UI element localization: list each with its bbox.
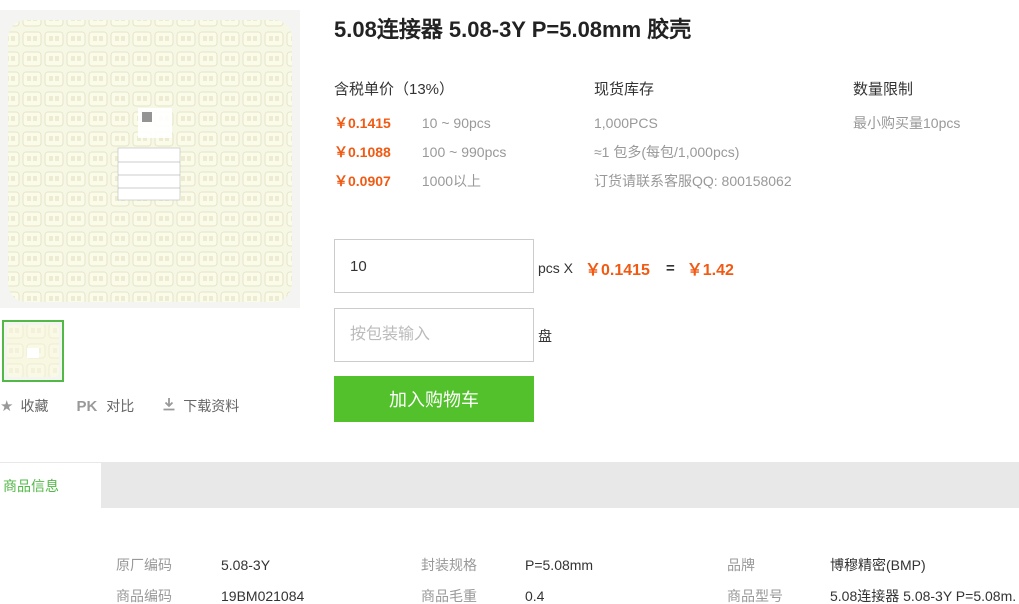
stock-line: 1,000PCS <box>594 115 658 131</box>
favorite-label: 收藏 <box>20 398 49 414</box>
spec-item: 原厂编码 5.08-3Y <box>116 555 270 575</box>
spec-value: 5.08连接器 5.08-3Y P=5.08m. <box>830 588 1017 604</box>
spec-item: 商品型号 5.08连接器 5.08-3Y P=5.08m. <box>727 586 1016 604</box>
spec-value: 0.4 <box>525 588 545 604</box>
spec-value: P=5.08mm <box>525 557 594 573</box>
tier-range: 100 ~ 990pcs <box>421 144 507 160</box>
stock-line: ≈1 包多(每包/1,000pcs) <box>594 144 740 160</box>
spec-key: 封装规格 <box>421 557 477 573</box>
quantity-input[interactable] <box>334 239 534 293</box>
spec-value: 19BM021084 <box>221 588 305 604</box>
price-tier-row: ￥0.0907 1000以上 <box>334 172 506 201</box>
spec-key: 商品毛重 <box>421 588 477 604</box>
total-price: ￥1.42 <box>686 262 734 279</box>
package-quantity-input[interactable] <box>334 308 534 362</box>
tier-price: ￥0.0907 <box>334 173 391 189</box>
equals-sign: = <box>665 259 675 277</box>
spec-value: 5.08-3Y <box>221 557 271 573</box>
package-unit-label: 盘 <box>538 328 552 344</box>
unit-label: pcs X <box>538 260 574 276</box>
limit-text: 最小购买量10pcs <box>853 115 961 131</box>
star-icon: ★ <box>0 398 14 415</box>
price-tier-row: ￥0.1415 10 ~ 90pcs <box>334 114 506 143</box>
product-title: 5.08连接器 5.08-3Y P=5.08mm 胶壳 <box>334 17 692 42</box>
spec-key: 商品型号 <box>727 588 783 604</box>
spec-item: 品牌 博穆精密(BMP) <box>727 555 926 575</box>
stock-header: 现货库存 <box>594 81 655 98</box>
spec-item: 商品毛重 0.4 <box>421 586 544 604</box>
download-action[interactable]: 下载资料 <box>162 396 239 416</box>
tier-price: ￥0.1088 <box>334 144 391 160</box>
stock-contact-line: 订货请联系客服QQ: 800158062 <box>594 173 792 189</box>
price-tier-row: ￥0.1088 100 ~ 990pcs <box>334 143 506 172</box>
detail-tabbar: 商品信息 <box>0 462 1019 508</box>
limit-header: 数量限制 <box>853 81 914 98</box>
spec-key: 商品编码 <box>116 588 172 604</box>
product-main-image[interactable] <box>0 10 300 308</box>
spec-key: 品牌 <box>727 557 755 573</box>
favorite-action[interactable]: ★ 收藏 <box>0 396 48 416</box>
tier-range: 1000以上 <box>421 173 482 189</box>
spec-item: 封装规格 P=5.08mm <box>421 555 593 575</box>
limit-column: 数量限制 最小购买量10pcs <box>853 80 960 143</box>
tier-price: ￥0.1415 <box>334 115 391 131</box>
price-calculation: pcs X ￥0.1415 = ￥1.42 <box>538 256 734 280</box>
spec-item: 商品编码 19BM021084 <box>116 586 304 604</box>
compare-action[interactable]: PK 对比 <box>76 396 134 416</box>
pk-icon: PK <box>76 397 98 415</box>
spec-value: 博穆精密(BMP) <box>830 557 926 573</box>
add-to-cart-button[interactable]: 加入购物车 <box>334 376 534 422</box>
product-actions: ★ 收藏 PK 对比 下载资料 <box>0 396 267 416</box>
product-thumbnail[interactable] <box>2 320 64 382</box>
price-header: 含税单价（13%） <box>334 81 455 98</box>
stock-column: 现货库存 1,000PCS ≈1 包多(每包/1,000pcs) 订货请联系客服… <box>594 80 792 201</box>
download-icon <box>162 397 176 415</box>
tab-product-info[interactable]: 商品信息 <box>0 462 101 508</box>
download-label: 下载资料 <box>183 398 240 414</box>
spec-key: 原厂编码 <box>116 557 172 573</box>
compare-label: 对比 <box>106 398 135 414</box>
tier-range: 10 ~ 90pcs <box>421 115 491 131</box>
unit-price: ￥0.1415 <box>585 262 650 279</box>
price-column: 含税单价（13%） ￥0.1415 10 ~ 90pcs ￥0.1088 100… <box>334 80 506 201</box>
